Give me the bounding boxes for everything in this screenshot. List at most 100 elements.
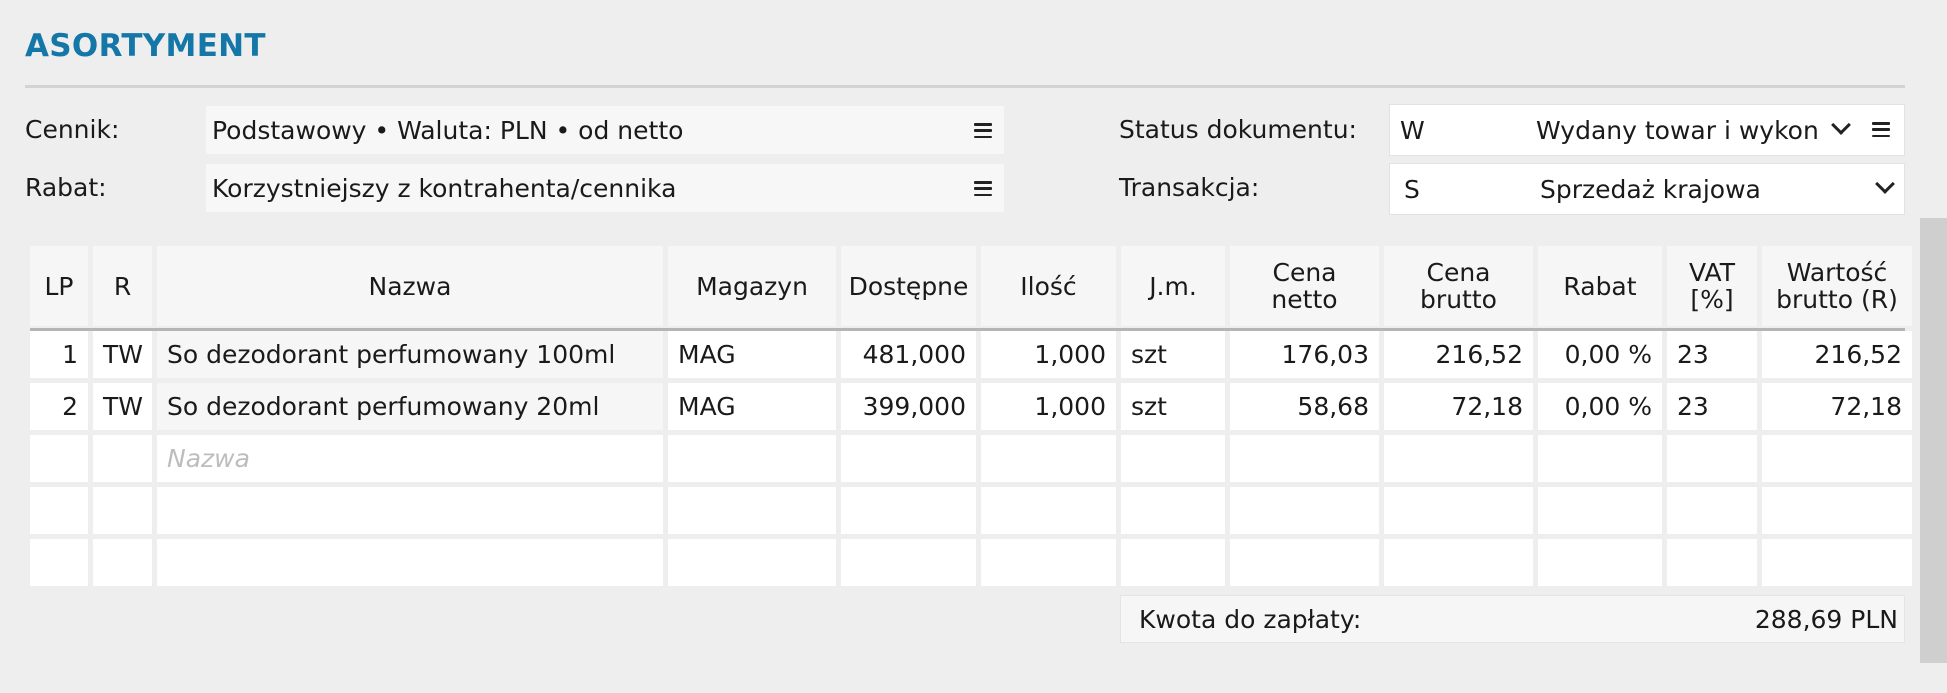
rabat-field[interactable]: Korzystniejszy z kontrahenta/cennika xyxy=(206,164,1004,212)
cell-vat[interactable]: 23 xyxy=(1667,383,1757,430)
cell-cena-netto[interactable]: 58,68 xyxy=(1230,383,1379,430)
table-row[interactable]: 1 TW So dezodorant perfumowany 100ml MAG… xyxy=(30,331,1912,378)
empty-cell[interactable] xyxy=(1762,539,1912,586)
empty-cell[interactable] xyxy=(1230,539,1379,586)
empty-cell[interactable] xyxy=(1538,487,1662,534)
table-row[interactable]: 2 TW So dezodorant perfumowany 20ml MAG … xyxy=(30,383,1912,430)
empty-cell[interactable] xyxy=(93,539,152,586)
empty-cell[interactable] xyxy=(668,539,836,586)
empty-cell[interactable] xyxy=(1762,487,1912,534)
empty-cell[interactable] xyxy=(1538,539,1662,586)
empty-cell[interactable] xyxy=(1667,539,1757,586)
new-row-nazwa-input[interactable]: Nazwa xyxy=(157,435,663,482)
empty-cell[interactable] xyxy=(981,487,1116,534)
empty-cell[interactable] xyxy=(1121,435,1225,482)
empty-cell[interactable] xyxy=(93,435,152,482)
cell-jm[interactable]: szt xyxy=(1121,383,1225,430)
rabat-value: Korzystniejszy z kontrahenta/cennika xyxy=(212,173,677,203)
cell-jm[interactable]: szt xyxy=(1121,331,1225,378)
cell-ilosc[interactable]: 1,000 xyxy=(981,383,1116,430)
col-header-nazwa[interactable]: Nazwa xyxy=(157,246,663,326)
header-line: Wartość xyxy=(1786,258,1888,287)
col-header-lp[interactable]: LP xyxy=(30,246,88,326)
empty-cell[interactable] xyxy=(1384,487,1533,534)
status-select[interactable]: W Wydany towar i wykona xyxy=(1389,104,1905,156)
empty-cell[interactable] xyxy=(93,487,152,534)
empty-row[interactable] xyxy=(30,487,1912,534)
empty-cell[interactable] xyxy=(1762,435,1912,482)
col-header-dostepne[interactable]: Dostępne xyxy=(841,246,976,326)
cell-wartosc: 216,52 xyxy=(1762,331,1912,378)
cell-r[interactable]: TW xyxy=(93,331,152,378)
col-header-magazyn[interactable]: Magazyn xyxy=(668,246,836,326)
rabat-menu-icon[interactable] xyxy=(974,181,992,196)
transakcja-select[interactable]: S Sprzedaż krajowa xyxy=(1389,163,1905,215)
empty-cell[interactable] xyxy=(981,435,1116,482)
cell-rabat[interactable]: 0,00 % xyxy=(1538,331,1662,378)
empty-cell[interactable] xyxy=(841,539,976,586)
empty-row[interactable] xyxy=(30,539,1912,586)
col-header-wartosc[interactable]: Wartość brutto (R) xyxy=(1762,246,1912,326)
col-header-r[interactable]: R xyxy=(93,246,152,326)
cell-lp[interactable]: 1 xyxy=(30,331,88,378)
transakcja-label: Transakcja: xyxy=(1119,173,1260,202)
empty-cell[interactable] xyxy=(1121,487,1225,534)
header-line: netto xyxy=(1271,285,1338,314)
empty-cell[interactable] xyxy=(30,539,88,586)
cell-cena-brutto[interactable]: 216,52 xyxy=(1384,331,1533,378)
cell-cena-netto[interactable]: 176,03 xyxy=(1230,331,1379,378)
empty-cell[interactable] xyxy=(1667,487,1757,534)
transakcja-value: Sprzedaż krajowa xyxy=(1540,174,1761,204)
cell-r[interactable]: TW xyxy=(93,383,152,430)
empty-cell[interactable] xyxy=(981,539,1116,586)
cennik-label: Cennik: xyxy=(25,115,120,144)
col-header-jm[interactable]: J.m. xyxy=(1121,246,1225,326)
col-header-rabat[interactable]: Rabat xyxy=(1538,246,1662,326)
col-header-ilosc[interactable]: Ilość xyxy=(981,246,1116,326)
empty-cell[interactable] xyxy=(1230,435,1379,482)
empty-cell[interactable] xyxy=(157,539,663,586)
empty-cell[interactable] xyxy=(1538,435,1662,482)
cennik-menu-icon[interactable] xyxy=(974,123,992,138)
col-header-cena-netto[interactable]: Cena netto xyxy=(1230,246,1379,326)
cell-lp[interactable]: 2 xyxy=(30,383,88,430)
empty-cell[interactable] xyxy=(668,435,836,482)
cell-cena-brutto[interactable]: 72,18 xyxy=(1384,383,1533,430)
empty-cell[interactable] xyxy=(30,487,88,534)
empty-cell[interactable] xyxy=(1230,487,1379,534)
empty-cell[interactable] xyxy=(841,435,976,482)
empty-cell[interactable] xyxy=(668,487,836,534)
header-line: Cena xyxy=(1272,258,1337,287)
cell-ilosc[interactable]: 1,000 xyxy=(981,331,1116,378)
cennik-field[interactable]: Podstawowy • Waluta: PLN • od netto xyxy=(206,106,1004,154)
col-header-cena-brutto[interactable]: Cena brutto xyxy=(1384,246,1533,326)
vertical-scrollbar[interactable] xyxy=(1920,218,1947,663)
cell-magazyn[interactable]: MAG xyxy=(668,383,836,430)
cennik-value: Podstawowy • Waluta: PLN • od netto xyxy=(212,115,684,145)
cell-nazwa[interactable]: So dezodorant perfumowany 100ml xyxy=(157,331,663,378)
col-header-vat[interactable]: VAT [%] xyxy=(1667,246,1757,326)
cell-vat[interactable]: 23 xyxy=(1667,331,1757,378)
status-chevron-down-icon[interactable] xyxy=(1831,115,1851,135)
empty-cell[interactable] xyxy=(1667,435,1757,482)
empty-cell[interactable] xyxy=(30,435,88,482)
new-row[interactable]: Nazwa xyxy=(30,435,1912,482)
cell-magazyn[interactable]: MAG xyxy=(668,331,836,378)
transakcja-code: S xyxy=(1404,174,1420,204)
empty-cell[interactable] xyxy=(1121,539,1225,586)
empty-cell[interactable] xyxy=(1384,539,1533,586)
transakcja-chevron-down-icon[interactable] xyxy=(1875,174,1895,194)
cell-wartosc: 72,18 xyxy=(1762,383,1912,430)
total-box: Kwota do zapłaty: 288,69 PLN xyxy=(1120,595,1905,643)
rabat-label: Rabat: xyxy=(25,173,107,202)
total-label: Kwota do zapłaty: xyxy=(1139,604,1362,634)
empty-cell[interactable] xyxy=(841,487,976,534)
cell-nazwa[interactable]: So dezodorant perfumowany 20ml xyxy=(157,383,663,430)
empty-cell[interactable] xyxy=(1384,435,1533,482)
cell-dostepne: 481,000 xyxy=(841,331,976,378)
status-menu-icon[interactable] xyxy=(1872,122,1890,137)
empty-cell[interactable] xyxy=(157,487,663,534)
title-divider xyxy=(25,85,1905,88)
cell-rabat[interactable]: 0,00 % xyxy=(1538,383,1662,430)
assortment-table: LP R Nazwa Magazyn Dostępne Ilość J.m. C… xyxy=(25,241,1917,591)
